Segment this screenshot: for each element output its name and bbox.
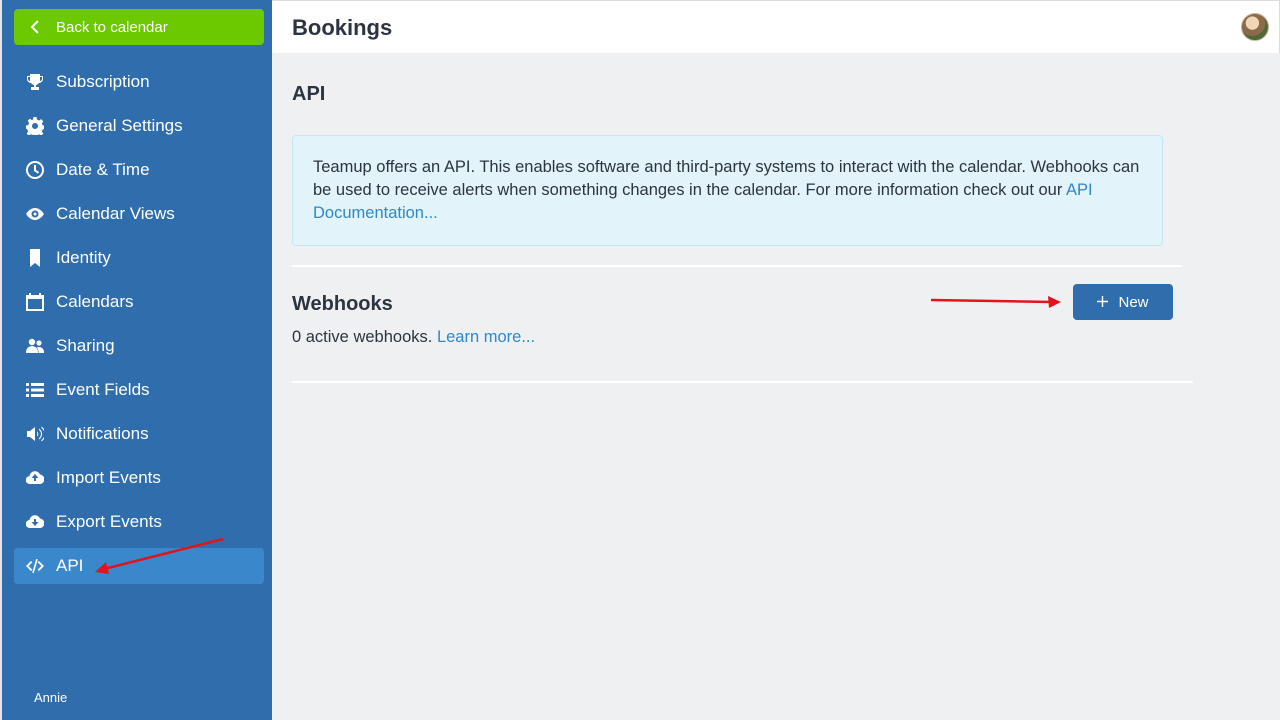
avatar[interactable] <box>1241 13 1269 41</box>
list-icon <box>14 381 56 399</box>
sidebar-item-subscription[interactable]: Subscription <box>14 64 264 100</box>
divider <box>292 265 1182 267</box>
learn-more-link[interactable]: Learn more... <box>437 328 535 346</box>
sidebar-item-label: Export Events <box>56 512 162 531</box>
sidebar-item-label: Event Fields <box>56 380 150 399</box>
clock-icon <box>14 161 56 179</box>
annotation-arrow-api <box>95 537 224 574</box>
sidebar-item-label: General Settings <box>56 116 183 135</box>
sidebar-item-general-settings[interactable]: General Settings <box>14 108 264 144</box>
gear-icon <box>14 117 56 135</box>
sidebar-item-label: Calendars <box>56 292 134 311</box>
sidebar-item-label: Notifications <box>56 424 149 443</box>
cloud-upload-icon <box>14 469 56 487</box>
webhooks-count-text: 0 active webhooks. <box>292 328 433 346</box>
sidebar-item-sharing[interactable]: Sharing <box>14 328 264 364</box>
users-icon <box>14 337 56 355</box>
webhooks-title: Webhooks <box>292 293 393 315</box>
sidebar-item-label: Date & Time <box>56 160 150 179</box>
settings-nav: Subscription General Settings Date & Tim… <box>14 64 264 592</box>
sidebar-item-identity[interactable]: Identity <box>14 240 264 276</box>
sidebar-item-notifications[interactable]: Notifications <box>14 416 264 452</box>
back-to-calendar-button[interactable]: Back to calendar <box>14 9 264 45</box>
back-to-calendar-label: Back to calendar <box>56 18 168 36</box>
chevron-left-icon <box>14 20 56 34</box>
sidebar-item-label: API <box>56 556 84 575</box>
divider <box>292 381 1193 383</box>
code-icon <box>14 557 56 575</box>
page-title: Bookings <box>292 15 393 40</box>
webhooks-status: 0 active webhooks. Learn more... <box>292 328 535 347</box>
sidebar-item-date-time[interactable]: Date & Time <box>14 152 264 188</box>
cloud-download-icon <box>14 513 56 531</box>
sidebar-item-import-events[interactable]: Import Events <box>14 460 264 496</box>
api-info-text: Teamup offers an API. This enables softw… <box>313 158 1140 199</box>
sidebar-item-calendar-views[interactable]: Calendar Views <box>14 196 264 232</box>
header: Bookings <box>272 0 1280 53</box>
eye-icon <box>14 205 56 223</box>
plus-icon <box>1097 294 1109 311</box>
sidebar-item-label: Calendar Views <box>56 204 175 223</box>
new-button-label: New <box>1118 293 1149 311</box>
sidebar-item-event-fields[interactable]: Event Fields <box>14 372 264 408</box>
new-webhook-button[interactable]: New <box>1073 284 1173 320</box>
sidebar-item-label: Identity <box>56 248 111 267</box>
sidebar: Back to calendar Subscription General Se… <box>0 0 272 720</box>
trophy-icon <box>14 73 56 91</box>
sidebar-item-label: Subscription <box>56 72 150 91</box>
annotation-arrow-new <box>930 296 1061 308</box>
sidebar-item-label: Sharing <box>56 336 115 355</box>
calendar-icon <box>14 293 56 311</box>
current-user-name[interactable]: Annie <box>34 690 67 705</box>
bookmark-icon <box>14 249 56 267</box>
api-info-box: Teamup offers an API. This enables softw… <box>292 135 1163 246</box>
section-title: API <box>292 83 326 105</box>
megaphone-icon <box>14 425 56 443</box>
sidebar-item-label: Import Events <box>56 468 161 487</box>
sidebar-item-calendars[interactable]: Calendars <box>14 284 264 320</box>
